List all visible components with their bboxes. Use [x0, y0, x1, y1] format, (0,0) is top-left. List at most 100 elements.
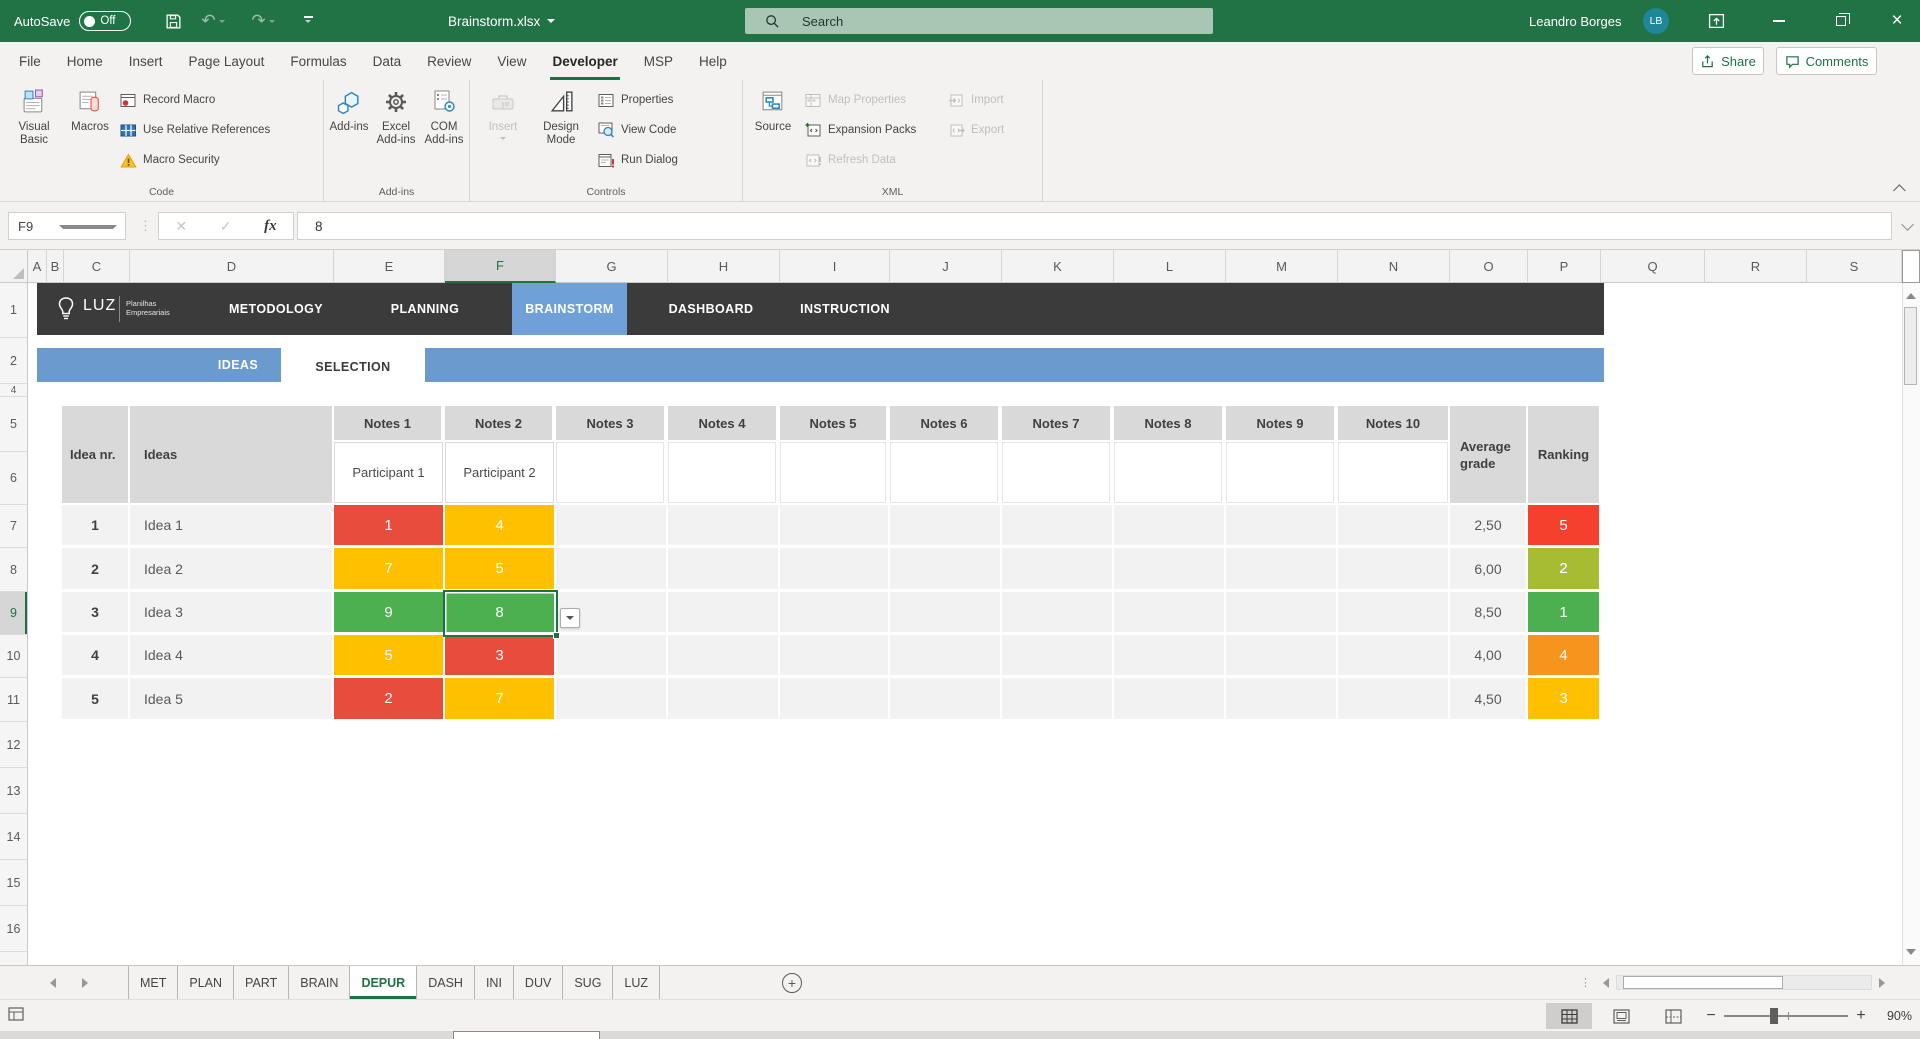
subtab-ideas[interactable]: IDEAS — [218, 348, 258, 382]
formula-bar-grip[interactable]: ⋮ — [139, 212, 153, 240]
ribbon-tab[interactable]: Review — [414, 42, 484, 80]
idea-name-cell[interactable]: Idea 4 — [130, 635, 334, 678]
idea-number-cell[interactable]: 2 — [62, 548, 130, 592]
row-header[interactable]: 5 — [0, 397, 27, 452]
note-empty-cell[interactable] — [1226, 678, 1338, 722]
sheet-tab[interactable]: BRAIN — [288, 966, 349, 999]
header-note[interactable]: Notes 2 — [445, 406, 552, 440]
row-header[interactable]: 6 — [0, 452, 27, 505]
note-empty-cell[interactable] — [556, 548, 668, 592]
header-note[interactable]: Notes 5 — [780, 406, 886, 440]
com-addins-button[interactable]: COM Add-ins — [420, 86, 468, 147]
zoom-slider-track[interactable] — [1724, 1015, 1848, 1017]
average-grade-cell[interactable]: 4,50 — [1450, 678, 1528, 722]
idea-number-cell[interactable]: 5 — [62, 678, 130, 722]
record-macro-button[interactable]: Record Macro — [120, 88, 215, 112]
note1-cell[interactable]: 7 — [334, 548, 445, 592]
average-grade-cell[interactable]: 2,50 — [1450, 505, 1528, 548]
header-empty-cell[interactable] — [1002, 442, 1110, 503]
ranking-cell[interactable]: 5 — [1528, 505, 1601, 548]
ribbon-tab[interactable]: Developer — [539, 42, 630, 80]
normal-view-button[interactable] — [1546, 1003, 1592, 1029]
view-code-button[interactable]: View Code — [598, 118, 676, 142]
ribbon-tab[interactable]: Data — [360, 42, 415, 80]
note-empty-cell[interactable] — [1114, 592, 1226, 635]
header-participant-2[interactable]: Participant 2 — [445, 442, 554, 503]
ribbon-tab[interactable]: MSP — [631, 42, 686, 80]
new-sheet-button[interactable]: + — [782, 973, 802, 993]
document-title[interactable]: Brainstorm.xlsx — [448, 0, 556, 42]
note-empty-cell[interactable] — [1338, 678, 1450, 722]
formula-input[interactable]: 8 — [297, 212, 1892, 240]
row-header[interactable]: 15 — [0, 860, 27, 906]
note-empty-cell[interactable] — [556, 678, 668, 722]
idea-number-cell[interactable]: 4 — [62, 635, 130, 678]
note-empty-cell[interactable] — [1114, 505, 1226, 548]
average-grade-cell[interactable]: 8,50 — [1450, 592, 1528, 635]
column-header[interactable]: F — [445, 250, 556, 283]
restore-button[interactable] — [1824, 0, 1858, 42]
ribbon-tab[interactable]: Page Layout — [176, 42, 278, 80]
zoom-in-button[interactable]: + — [1850, 1003, 1872, 1029]
horizontal-scroll-thumb[interactable] — [1623, 976, 1783, 989]
search-input[interactable]: Search — [745, 8, 1213, 34]
customize-quick-access-button[interactable] — [294, 0, 322, 42]
ranking-cell[interactable]: 4 — [1528, 635, 1601, 678]
note2-cell[interactable]: 7 — [445, 678, 556, 722]
header-participant-1[interactable]: Participant 1 — [334, 442, 443, 503]
sheet-tab[interactable]: DASH — [416, 966, 474, 999]
header-empty-cell[interactable] — [1226, 442, 1334, 503]
header-note[interactable]: Notes 1 — [334, 406, 441, 440]
note-empty-cell[interactable] — [890, 592, 1002, 635]
row-header[interactable]: 14 — [0, 814, 27, 860]
header-idea-nr[interactable]: Idea nr. — [62, 406, 128, 503]
insert-function-button[interactable]: fx — [264, 218, 277, 235]
excel-addins-button[interactable]: Excel Add-ins — [372, 86, 420, 147]
ranking-cell[interactable]: 2 — [1528, 548, 1601, 592]
column-header[interactable]: Q — [1601, 250, 1705, 283]
header-empty-cell[interactable] — [780, 442, 886, 503]
header-empty-cell[interactable] — [668, 442, 776, 503]
avatar[interactable]: LB — [1643, 8, 1669, 34]
scrollbar-resize-grip[interactable]: ⋮ — [1580, 976, 1592, 989]
horizontal-scroll-track[interactable] — [1616, 975, 1872, 990]
scroll-down-button[interactable] — [1902, 943, 1920, 963]
note1-cell[interactable]: 5 — [334, 635, 445, 678]
autosave-pill[interactable]: Off — [79, 11, 132, 31]
ribbon-tab[interactable]: Formulas — [277, 42, 359, 80]
sheet-tab[interactable]: LUZ — [612, 966, 661, 999]
column-header[interactable]: G — [556, 250, 668, 283]
note2-cell[interactable]: 8 — [445, 592, 556, 635]
column-header[interactable]: I — [780, 250, 890, 283]
workbook-nav-tab[interactable]: DASHBOARD — [669, 283, 754, 335]
run-dialog-button[interactable]: Run Dialog — [598, 148, 678, 172]
header-note[interactable]: Notes 6 — [890, 406, 998, 440]
minimize-button[interactable] — [1762, 0, 1796, 42]
note-empty-cell[interactable] — [1114, 678, 1226, 722]
note-empty-cell[interactable] — [556, 505, 668, 548]
note-empty-cell[interactable] — [668, 678, 780, 722]
note-empty-cell[interactable] — [890, 635, 1002, 678]
note-empty-cell[interactable] — [1002, 548, 1114, 592]
note-empty-cell[interactable] — [780, 635, 890, 678]
subtab-selection[interactable]: SELECTION — [281, 348, 425, 390]
idea-name-cell[interactable]: Idea 5 — [130, 678, 334, 722]
header-note[interactable]: Notes 8 — [1114, 406, 1222, 440]
sheet-tab[interactable]: DEPUR — [349, 966, 417, 999]
previous-sheet-icon[interactable] — [45, 977, 56, 988]
expansion-packs-button[interactable]: Expansion Packs — [805, 118, 916, 142]
ribbon-tab[interactable]: Home — [54, 42, 116, 80]
column-header[interactable]: P — [1528, 250, 1601, 283]
workbook-nav-tab[interactable]: PLANNING — [391, 283, 459, 335]
note-empty-cell[interactable] — [1338, 592, 1450, 635]
header-ideas[interactable]: Ideas — [130, 406, 332, 503]
note-empty-cell[interactable] — [1114, 635, 1226, 678]
note2-cell[interactable]: 3 — [445, 635, 556, 678]
note-empty-cell[interactable] — [890, 548, 1002, 592]
zoom-level[interactable]: 90% — [1872, 1000, 1912, 1032]
save-button[interactable] — [158, 0, 188, 42]
design-mode-button[interactable]: Design Mode — [532, 86, 590, 147]
row-header[interactable]: 12 — [0, 722, 27, 768]
comments-button[interactable]: Comments — [1776, 47, 1877, 75]
row-header[interactable]: 7 — [0, 505, 27, 548]
